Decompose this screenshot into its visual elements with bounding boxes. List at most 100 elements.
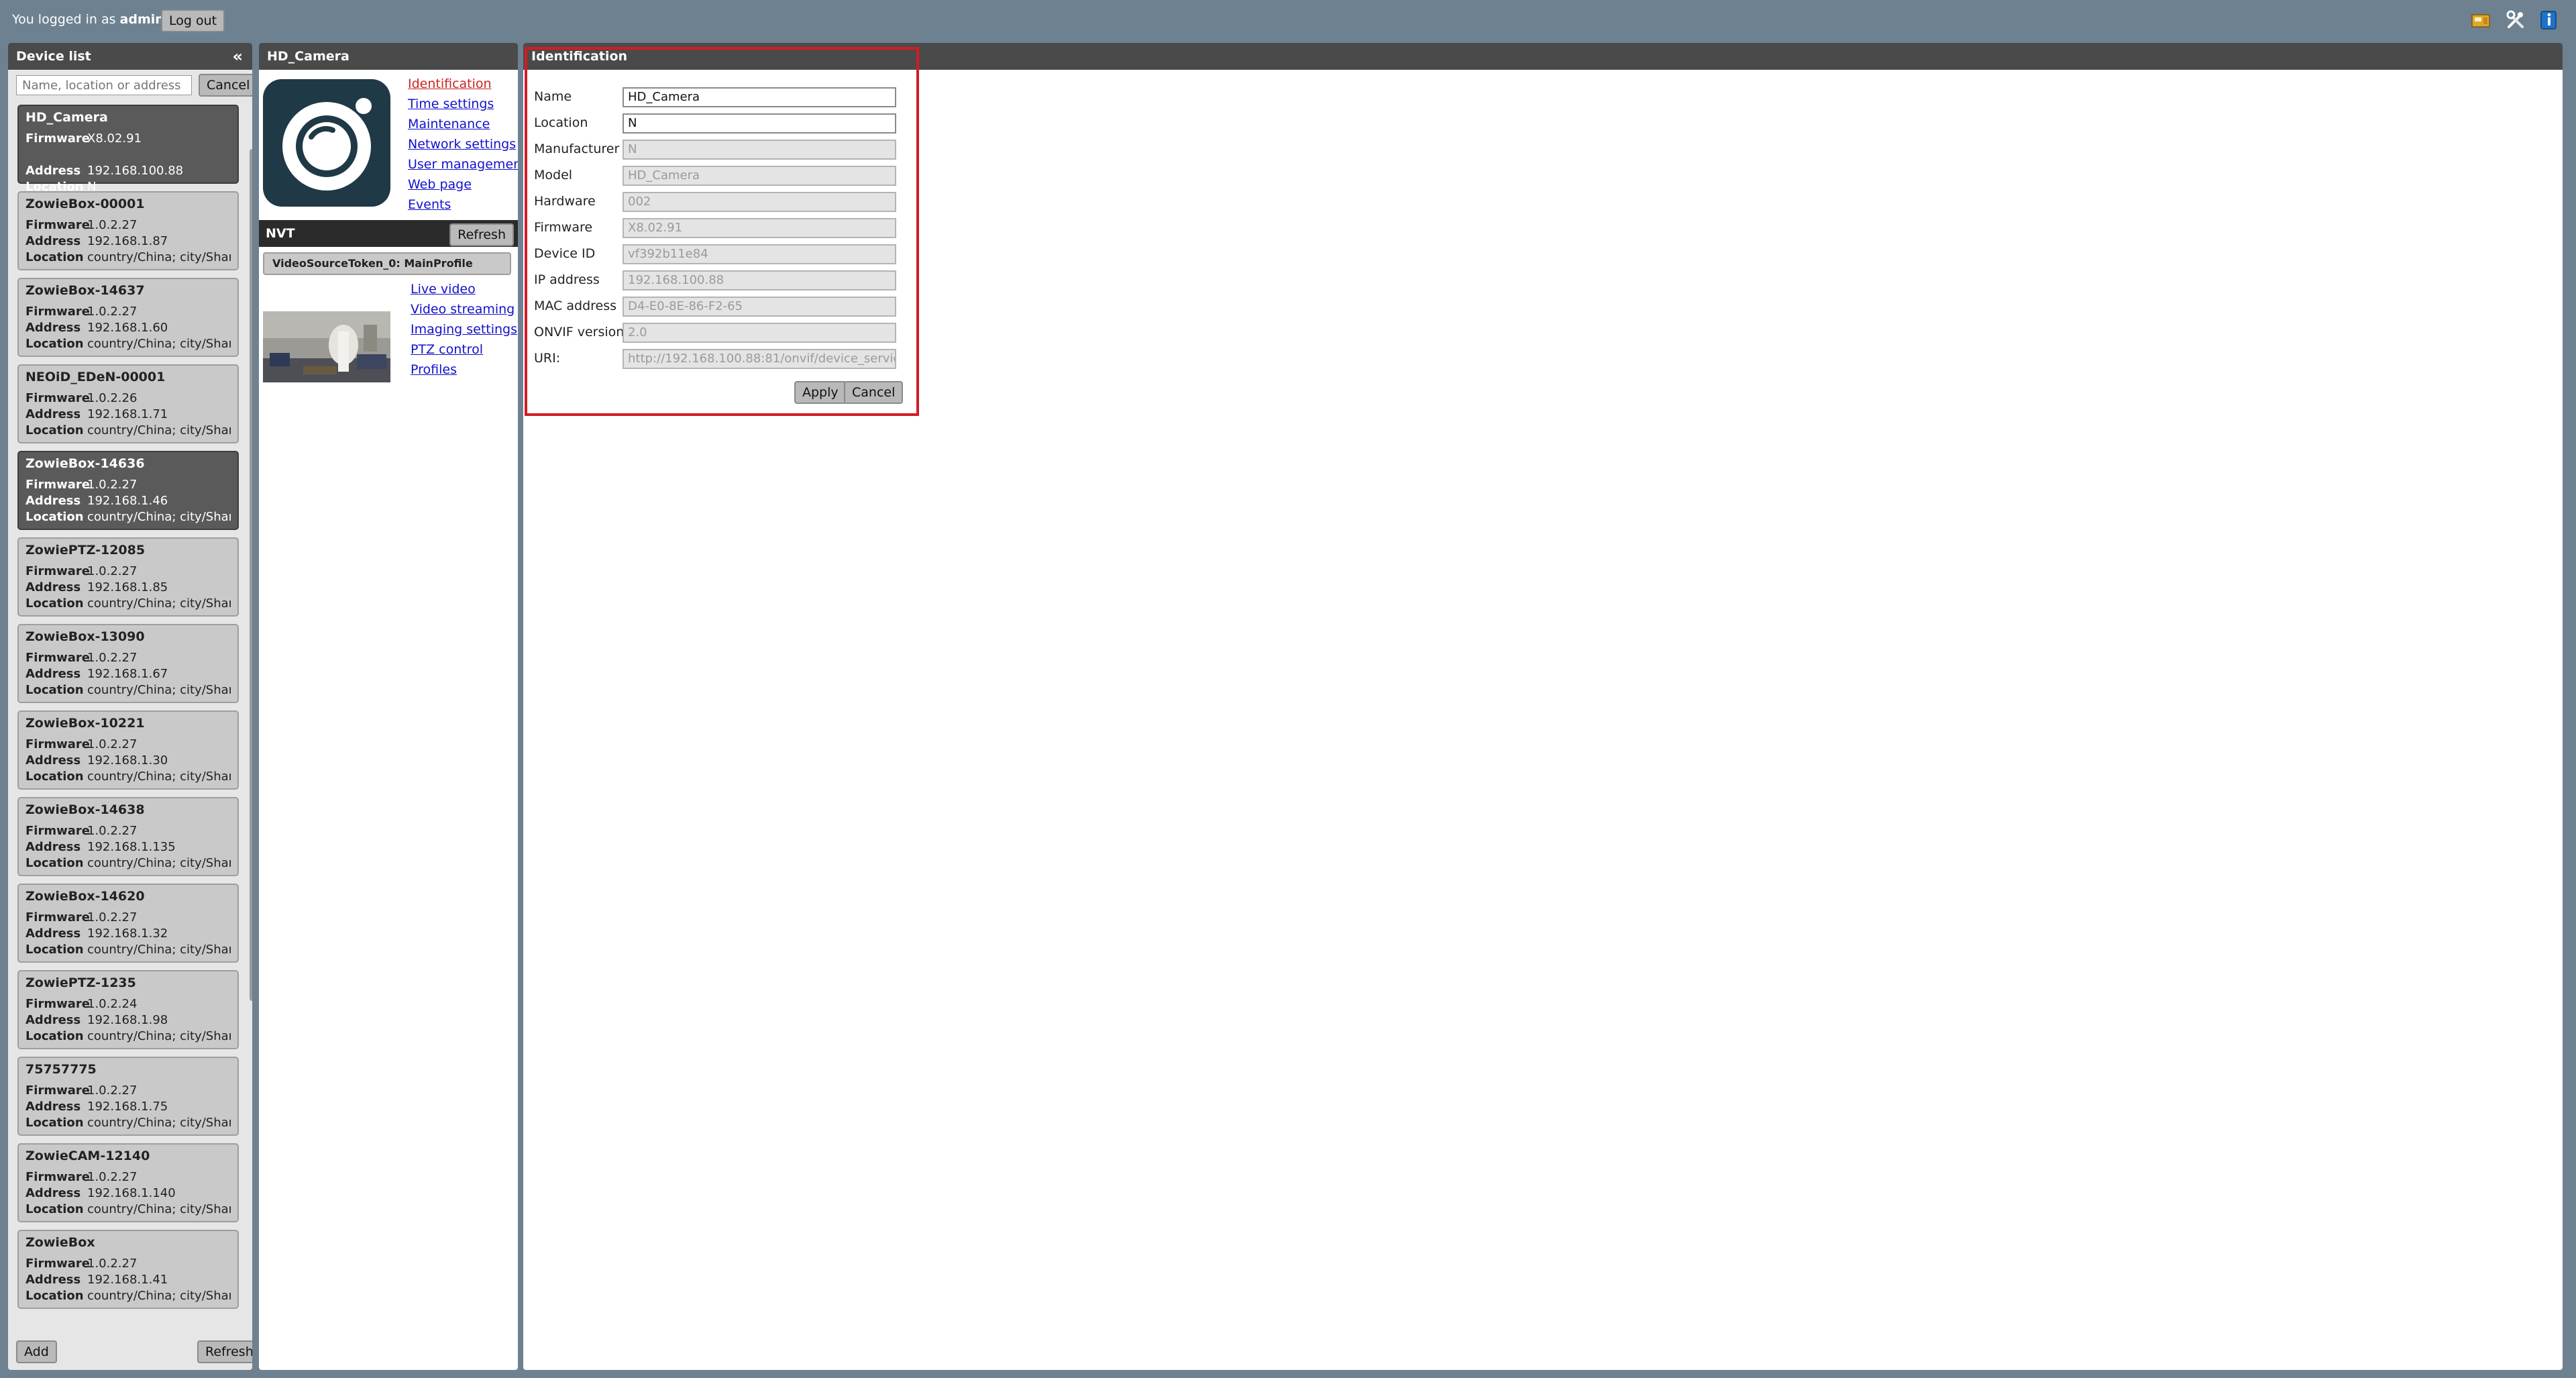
menu-events[interactable]: Events [408,195,518,215]
device-list-scrollbar[interactable] [248,144,252,1370]
device-firmware-label: Firmware [25,737,90,751]
add-device-button[interactable]: Add [16,1340,57,1363]
device-card[interactable]: ZowieBox-10221 Firmware1.0.2.27 Address 192… [17,710,239,790]
device-name: ZowieBox-14636 [25,456,145,471]
device-location-label: Location [25,856,84,870]
device-firmware-value: 1.0.2.27 [87,218,138,232]
device-card[interactable]: ZowieBox-00001 Firmware1.0.2.27 Address 192… [17,191,239,270]
device-name: ZowieBox [25,1235,95,1250]
nvt-label: NVT [266,226,295,241]
device-card[interactable]: NEOiD_EDeN-00001 Firmware1.0.2.26 Address 1… [17,364,239,443]
scrollbar-thumb[interactable] [250,149,252,1001]
device-firmware-row: Firmware1.0.2.27 [25,1083,231,1100]
device-name: ZowiePTZ-12085 [25,543,146,558]
device-location-value: country/China; city/Shang [87,1202,231,1216]
device-firmware-label: Firmware [25,824,90,838]
device-address-row: Address 192.168.1.41 [25,1273,231,1289]
device-card[interactable]: ZowieBox Firmware1.0.2.27 Address 192.168.1… [17,1230,239,1309]
device-card[interactable]: ZowieBox-14638 Firmware1.0.2.27 Address 192… [17,797,239,876]
device-location-label: Location [25,943,84,957]
device-location-row: Location country/China; city/Shang [25,856,231,872]
menu-video-streaming[interactable]: Video streaming [411,299,517,319]
device-card[interactable]: ZowieBox-13090 Firmware1.0.2.27 Address 192… [17,624,239,703]
network-icon[interactable] [2470,9,2491,31]
collapse-icon[interactable]: « [232,43,243,70]
device-address-label: Address [25,580,81,594]
device-location-row: Location country/China; city/Shang [25,423,231,439]
device-firmware-label: Firmware [25,997,90,1011]
device-address-row: Address 192.168.1.32 [25,926,231,943]
device-address-label: Address [25,407,81,421]
device-firmware-row: Firmware1.0.2.26 [25,391,231,407]
device-card[interactable]: ZowieBox-14637 Firmware1.0.2.27 Address 192… [17,278,239,357]
profile-tab[interactable]: VideoSourceToken_0: MainProfile [263,252,511,275]
device-location-row: Location country/China; city/Shang [25,1116,231,1132]
device-location-value: country/China; city/Shang [87,510,231,524]
info-icon[interactable] [2538,9,2560,31]
menu-maintenance[interactable]: Maintenance [408,114,518,134]
device-name: ZowiePTZ-1235 [25,975,136,990]
device-firmware-row: Firmware1.0.2.27 [25,564,231,580]
menu-live-video[interactable]: Live video [411,279,517,299]
device-list-header: Device list « [8,43,252,70]
device-address-label: Address [25,1186,81,1200]
device-search-input[interactable] [16,75,192,95]
device-card[interactable]: ZowieBox-14620 Firmware1.0.2.27 Address 192… [17,884,239,963]
device-address-label: Address [25,1013,81,1027]
device-name: ZowieBox-14638 [25,802,145,817]
device-card[interactable]: ZowiePTZ-1235 Firmware1.0.2.24 Address 192.… [17,970,239,1049]
device-firmware-row: Firmware1.0.2.27 [25,910,231,926]
device-address-value: 192.168.1.87 [87,234,168,248]
device-location-label: Location [25,337,84,351]
device-firmware-row: Firmware1.0.2.27 [25,478,231,494]
device-location-value: country/China; city/Shang [87,1029,231,1043]
device-location-value: country/China; city/Shang [87,1289,231,1303]
device-firmware-label: Firmware [25,391,90,405]
device-location-row: Location country/China; city/Shang [25,770,231,786]
device-card[interactable]: HD_Camera FirmwareX8.02.91 Address 192.168.… [17,105,239,194]
camera-icon [282,98,372,191]
nvt-refresh-button[interactable]: Refresh [449,223,514,246]
menu-ptz-control[interactable]: PTZ control [411,339,517,360]
device-address-row: Address 192.168.100.88 [25,164,231,180]
device-list: HD_Camera FirmwareX8.02.91 Address 192.168.… [13,101,243,1370]
device-firmware-value: 1.0.2.27 [87,1083,138,1098]
menu-identification[interactable]: Identification [408,74,518,94]
device-address-label: Address [25,494,81,508]
device-location-value: country/China; city/Shang [87,250,231,264]
device-card[interactable]: ZowiePTZ-12085 Firmware1.0.2.27 Address 192… [17,537,239,617]
device-address-value: 192.168.1.98 [87,1013,168,1027]
refresh-devices-button[interactable]: Refresh [197,1340,252,1363]
device-firmware-label: Firmware [25,910,90,924]
menu-profiles[interactable]: Profiles [411,360,517,380]
device-name: ZowieBox-13090 [25,629,145,644]
device-card[interactable]: 75757775 Firmware1.0.2.27 Address 192.168.1… [17,1057,239,1136]
menu-web-page[interactable]: Web page [408,174,518,195]
device-address-row: Address 192.168.1.75 [25,1100,231,1116]
search-cancel-button[interactable]: Cancel [199,74,252,97]
video-thumbnail[interactable] [263,311,390,382]
device-name: 75757775 [25,1062,97,1077]
camera-panel: HD_Camera Identification Time settings M… [259,43,518,1370]
device-firmware-row: Firmware1.0.2.24 [25,997,231,1013]
menu-network-settings[interactable]: Network settings [408,134,518,154]
device-card[interactable]: ZowieCAM-12140 Firmware1.0.2.27 Address 192… [17,1143,239,1222]
device-location-label: Location [25,596,84,611]
device-address-value: 192.168.1.46 [87,494,168,508]
device-firmware-value: 1.0.2.27 [87,737,138,751]
highlight-frame [525,47,919,416]
menu-user-management[interactable]: User management [408,154,518,174]
logout-button[interactable]: Log out [161,9,225,32]
menu-imaging-settings[interactable]: Imaging settings [411,319,517,339]
device-card[interactable]: ZowieBox-14636 Firmware1.0.2.27 Address 192… [17,451,239,530]
tools-icon[interactable] [2505,9,2526,31]
menu-time-settings[interactable]: Time settings [408,94,518,114]
device-address-value: 192.168.1.135 [87,840,176,854]
device-firmware-value: 1.0.2.24 [87,997,138,1011]
